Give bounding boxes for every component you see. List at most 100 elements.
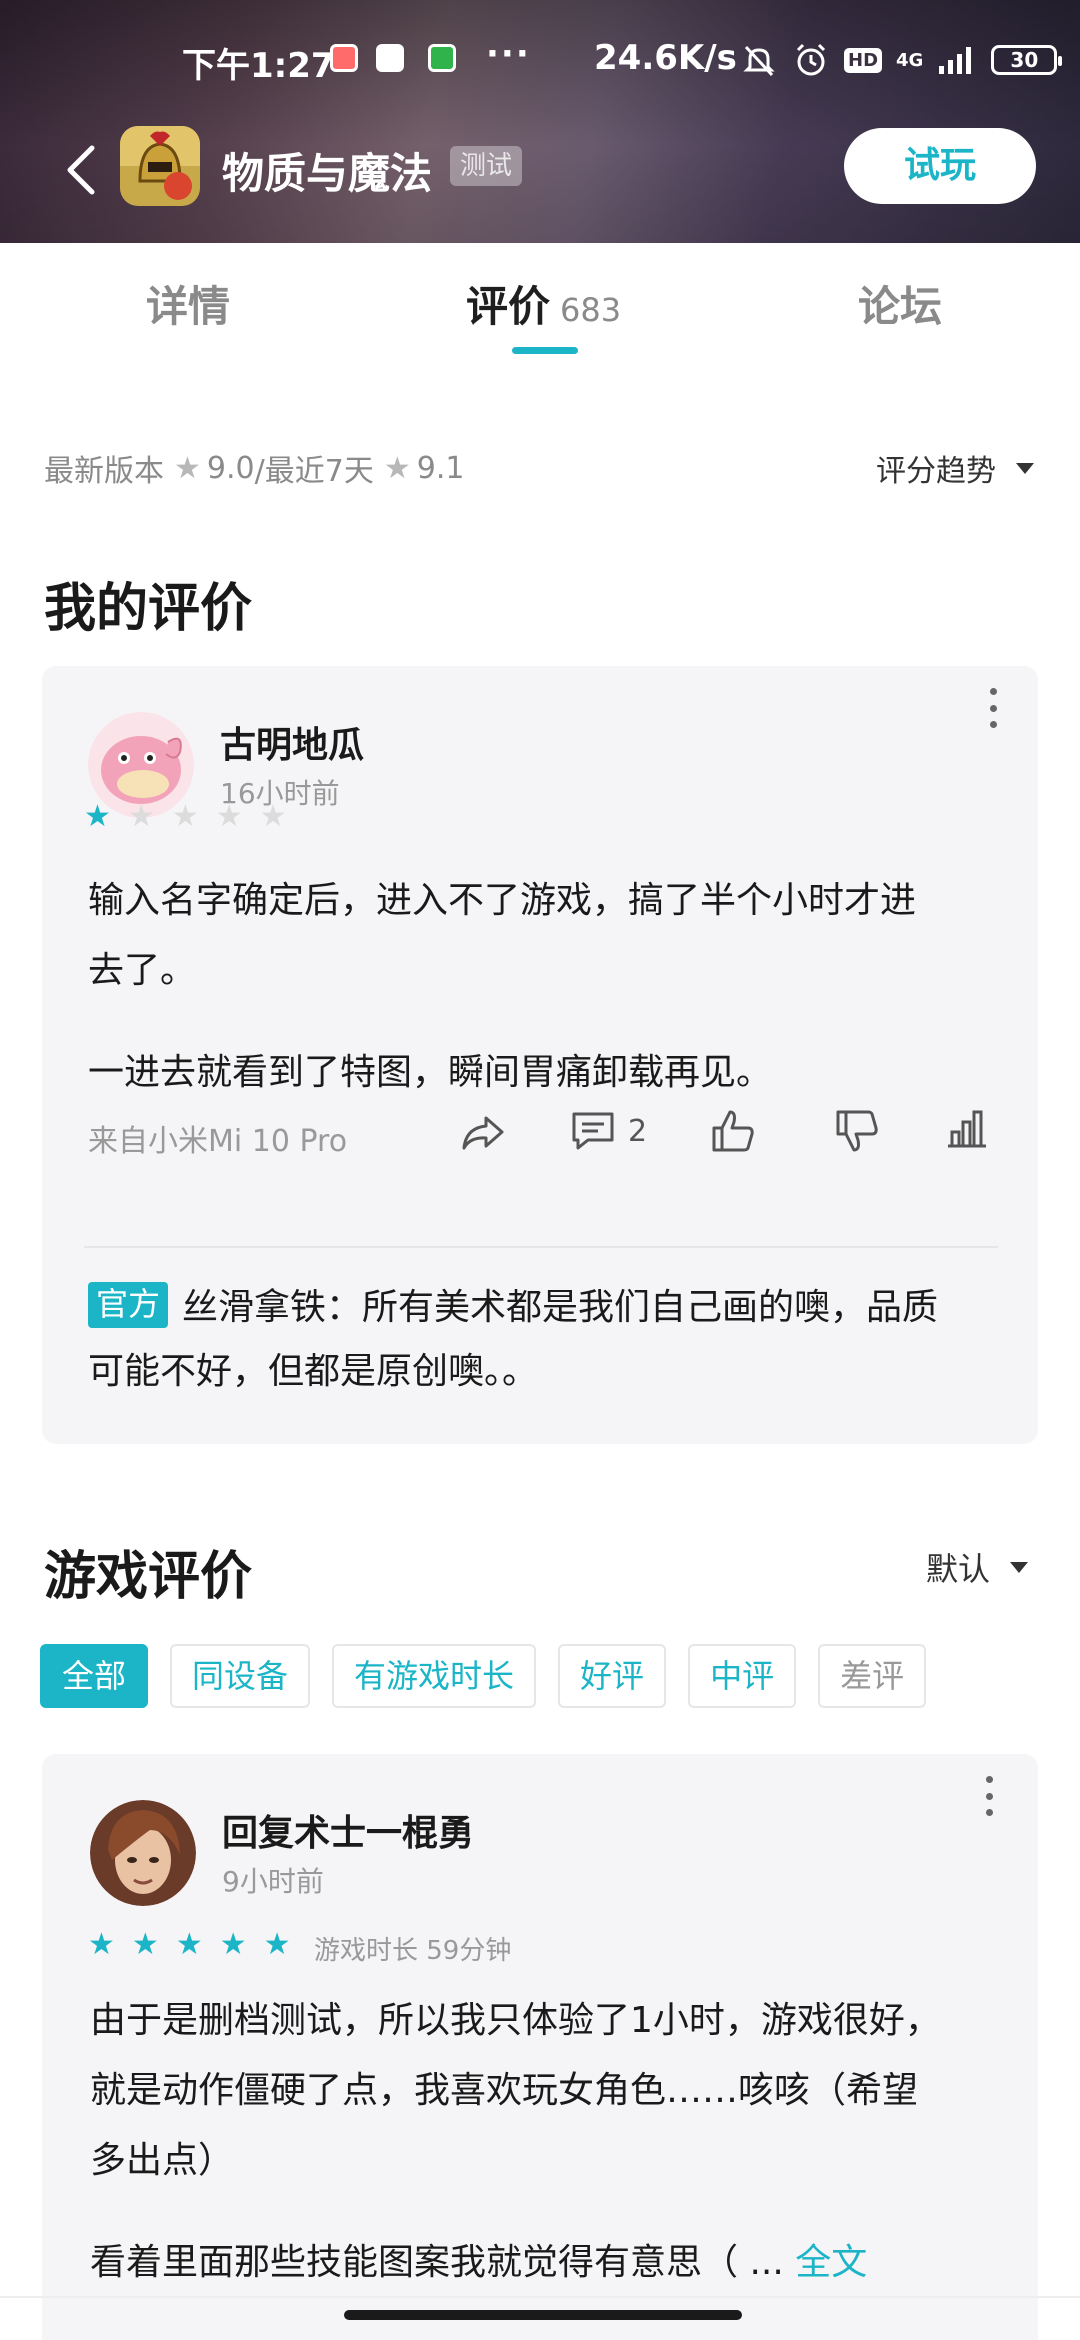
notification-icon (428, 44, 456, 72)
latest-version-score: 9.0 (206, 450, 255, 486)
tab-details[interactable]: 详情 (146, 273, 230, 334)
share-button[interactable] (458, 1106, 508, 1156)
official-reply-line: 可能不好，但都是原创噢。。 (88, 1351, 539, 1392)
review-line: 去了。 (88, 950, 197, 991)
caret-down-icon (1010, 1561, 1029, 1573)
review-excerpt: 看着里面那些技能图案我就觉得有意思（ ... 全文 (90, 2228, 867, 2298)
star-icon: ★ (175, 1927, 203, 1962)
more-notifications-icon: ··· (486, 34, 531, 74)
star-icon: ★ (263, 1927, 291, 1962)
review-body: 输入名字确定后，进入不了游戏，搞了半个小时才进 去了。 (88, 866, 916, 1006)
nav-bar-divider (0, 2296, 1080, 2298)
sort-dropdown[interactable]: 默认 (926, 1544, 1029, 1590)
recent-label: /最近7天 (254, 454, 374, 489)
star-icon: ★ (88, 1927, 115, 1962)
review-body: 由于是删档测试，所以我只体验了1小时，游戏很好， 就是动作僵硬了点，我喜欢玩女角… (90, 1986, 941, 2196)
notification-icon (330, 44, 358, 72)
comment-icon (572, 1112, 614, 1150)
filter-positive[interactable]: 好评 (558, 1644, 667, 1708)
game-reviews-title: 游戏评价 (44, 1547, 253, 1607)
device-label: 来自小米Mi 10 Pro (88, 1124, 348, 1159)
star-icon: ★ (259, 799, 287, 834)
divider (84, 1246, 998, 1248)
mute-icon (743, 45, 775, 77)
app-title: 物质与魔法 (222, 149, 433, 198)
star-icon: ★ (219, 1927, 247, 1962)
tab-reviews-label: 评价 (466, 282, 551, 331)
notification-icon (376, 44, 404, 72)
signal-icon (939, 47, 972, 74)
filter-neutral[interactable]: 中评 (688, 1644, 797, 1708)
rating-stars: ★ ★ ★ ★ ★ (88, 1930, 291, 1960)
hd-icon: HD (844, 47, 883, 73)
more-options-button[interactable] (978, 688, 1008, 728)
user-name[interactable]: 回复术士一棍勇 (222, 1804, 474, 1856)
official-reply-line: 丝滑拿铁：所有美术都是我们自己画的噢，品质 (182, 1287, 939, 1328)
filter-same-device[interactable]: 同设备 (170, 1644, 311, 1708)
official-reply: 官方 丝滑拿铁：所有美术都是我们自己画的噢，品质 可能不好，但都是原创噢。。 (88, 1276, 938, 1404)
playtime-label: 游戏时长 59分钟 (314, 1936, 512, 1966)
test-badge: 测试 (450, 146, 523, 186)
status-bar: 下午1:27 ··· 24.6K/s HD 4G 30 (0, 30, 1080, 90)
read-full-link[interactable]: 全文 (795, 2242, 867, 2283)
review-line: 看着里面那些技能图案我就觉得有意思（ ... (90, 2242, 796, 2283)
rating-trend-label: 评分趋势 (876, 454, 996, 489)
star-icon: ★ (171, 799, 199, 834)
rating-summary: 最新版本 ★ 9.0 /最近7天 ★ 9.1 评分趋势 (44, 446, 1034, 490)
dislike-button[interactable] (832, 1106, 882, 1156)
tab-reviews[interactable]: 评价 683 (466, 273, 621, 334)
star-icon: ★ (215, 799, 243, 834)
home-indicator[interactable] (344, 2310, 742, 2320)
review-line: 一进去就看到了特图，瞬间胃痛卸载再见。 (88, 1052, 773, 1093)
active-tab-indicator (512, 347, 578, 354)
chevron-left-icon (67, 145, 95, 195)
like-button[interactable] (708, 1106, 758, 1156)
rating-stars: ★ ★ ★ ★ ★ (84, 802, 287, 832)
review-card: 回复术士一棍勇 9小时前 ★ ★ ★ ★ ★ 游戏时长 59分钟 由于是删档测试… (42, 1754, 1038, 2340)
network-type: 4G (896, 49, 924, 71)
status-time: 下午1:27 (182, 46, 335, 86)
share-icon (462, 1116, 504, 1150)
rating-trend-dropdown[interactable]: 评分趋势 (876, 446, 1034, 490)
star-icon: ★ (131, 1927, 159, 1962)
back-button[interactable] (58, 140, 108, 200)
network-speed: 24.6K/s (594, 38, 737, 78)
thumbs-down-icon (836, 1110, 878, 1152)
review-line: 就是动作僵硬了点，我喜欢玩女角色……咳咳（希望 (90, 2070, 919, 2111)
my-review-card: 古明地瓜 16小时前 ★ ★ ★ ★ ★ 输入名字确定后，进入不了游戏，搞了半个… (42, 666, 1038, 1444)
battery-icon: 30 (991, 45, 1063, 75)
caret-down-icon (1016, 462, 1034, 474)
sort-label: 默认 (926, 1550, 991, 1588)
avatar[interactable] (90, 1800, 196, 1906)
thumbs-up-icon (712, 1110, 754, 1152)
tab-reviews-count: 683 (560, 291, 622, 329)
status-icons: HD 4G 30 (740, 40, 1063, 80)
stats-button[interactable] (944, 1106, 990, 1152)
review-line: 多出点） (90, 2140, 235, 2181)
star-icon: ★ (127, 799, 155, 834)
star-icon: ★ (84, 799, 111, 834)
my-review-title: 我的评价 (44, 579, 253, 639)
app-icon (120, 126, 200, 206)
latest-version-label: 最新版本 (44, 454, 164, 489)
app-header: 下午1:27 ··· 24.6K/s HD 4G 30 物质与魔法 测试 试玩 (0, 0, 1080, 243)
review-line: 由于是删档测试，所以我只体验了1小时，游戏很好， (90, 2000, 941, 2041)
filter-negative[interactable]: 差评 (818, 1644, 927, 1708)
user-name[interactable]: 古明地瓜 (220, 716, 364, 768)
tab-forum[interactable]: 论坛 (858, 273, 942, 334)
comment-count: 2 (628, 1113, 648, 1149)
official-badge: 官方 (88, 1282, 169, 1328)
review-filters: 全部 同设备 有游戏时长 好评 中评 差评 (40, 1644, 927, 1708)
star-icon: ★ (383, 450, 411, 486)
star-icon: ★ (174, 450, 201, 486)
filter-has-playtime[interactable]: 有游戏时长 (332, 1644, 537, 1708)
review-time: 9小时前 (222, 1865, 324, 1898)
try-play-button[interactable]: 试玩 (844, 128, 1036, 204)
comment-button[interactable]: 2 (568, 1106, 647, 1156)
recent-score: 9.1 (416, 450, 465, 486)
more-options-button[interactable] (974, 1776, 1004, 1816)
review-line: 输入名字确定后，进入不了游戏，搞了半个小时才进 (88, 880, 917, 921)
filter-all[interactable]: 全部 (40, 1644, 149, 1708)
tab-bar: 详情 评价 683 论坛 (0, 243, 1080, 363)
alarm-icon (796, 43, 826, 76)
